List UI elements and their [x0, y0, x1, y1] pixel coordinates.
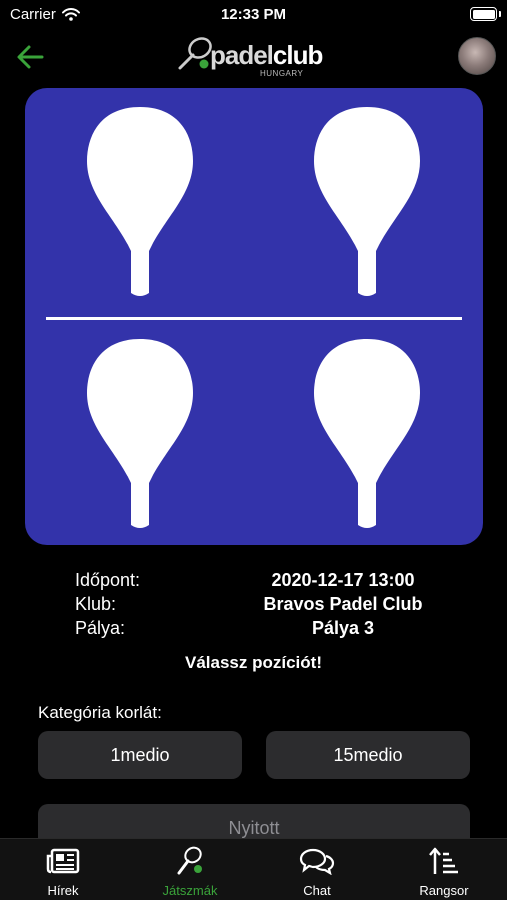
- choose-position-prompt: Válassz pozíciót!: [185, 653, 322, 672]
- arrow-left-icon: [17, 45, 44, 69]
- padel-court: [25, 88, 483, 545]
- battery-cap: [499, 11, 501, 17]
- logo-tagline: HUNGARY: [260, 69, 304, 78]
- battery-icon: [470, 7, 497, 21]
- padelclub-logo: padelclub HUNGARY: [176, 34, 336, 80]
- ranking-sort-icon: [429, 847, 458, 874]
- court-net-divider: [46, 317, 462, 320]
- tab-news[interactable]: Hírek: [0, 839, 126, 900]
- club-label: Klub:: [75, 594, 117, 614]
- tab-matches[interactable]: Játszmák: [127, 839, 253, 900]
- back-button[interactable]: [14, 42, 48, 72]
- court-value: Pálya 3: [311, 618, 375, 638]
- position-1-paddle-icon[interactable]: [85, 101, 195, 297]
- tab-news-label: Hírek: [47, 883, 79, 898]
- court-label: Pálya:: [75, 618, 126, 638]
- clock: 12:33 PM: [220, 6, 287, 23]
- position-3-paddle-icon[interactable]: [85, 333, 195, 529]
- logo-wordmark: padelclub: [210, 40, 323, 70]
- match-club-row: Klub: Bravos Padel Club: [0, 594, 507, 618]
- category-min-button[interactable]: 1medio: [38, 731, 242, 779]
- match-time-row: Időpont: 2020-12-17 13:00: [0, 570, 507, 594]
- newspaper-icon: [46, 848, 80, 874]
- position-2-paddle-icon[interactable]: [312, 101, 422, 297]
- category-min-label: 1medio: [110, 744, 170, 765]
- chat-bubbles-icon: [299, 848, 335, 875]
- category-max-label: 15medio: [333, 744, 403, 765]
- category-max-button[interactable]: 15medio: [266, 731, 470, 779]
- tab-matches-label: Játszmák: [162, 883, 218, 898]
- tab-ranking[interactable]: Rangsor: [381, 839, 507, 900]
- tab-bar: Hírek Játszmák Chat Rangsor: [0, 838, 507, 900]
- category-limit-label: Kategória korlát:: [38, 703, 162, 722]
- tab-ranking-label: Rangsor: [419, 883, 469, 898]
- tab-chat[interactable]: Chat: [254, 839, 380, 900]
- time-value: 2020-12-17 13:00: [271, 570, 415, 590]
- tab-chat-label: Chat: [303, 883, 331, 898]
- club-value: Bravos Padel Club: [263, 594, 423, 614]
- user-avatar[interactable]: [458, 37, 496, 75]
- position-4-paddle-icon[interactable]: [312, 333, 422, 529]
- match-detail-screen: Carrier 12:33 PM padelclub HUNGARY Időpo…: [0, 0, 507, 900]
- match-court-row: Pálya: Pálya 3: [0, 618, 507, 642]
- time-label: Időpont:: [75, 570, 141, 590]
- open-status-label: Nyitott: [228, 817, 280, 838]
- status-bar: Carrier 12:33 PM: [0, 0, 507, 30]
- padel-racket-icon: [177, 846, 202, 875]
